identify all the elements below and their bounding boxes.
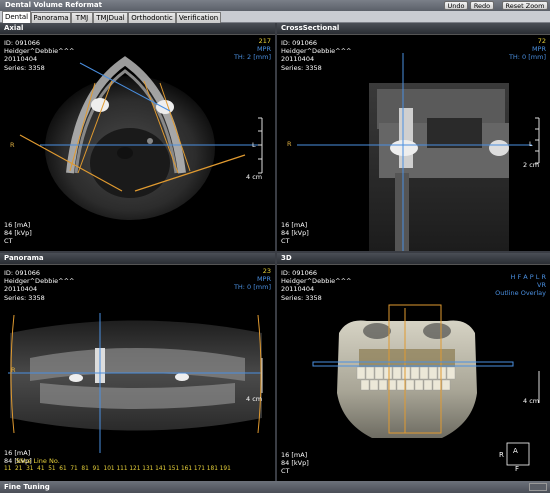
cross-acq-info: 16 [mA] 84 [kVp] CT bbox=[281, 221, 309, 246]
panorama-viewport[interactable]: Panorama ID: 091066 Heidger^Debbie^^^ 20… bbox=[0, 253, 275, 481]
study-date: 20110404 bbox=[4, 285, 38, 294]
3d-viewport[interactable]: 3D ID: 091066 Heidger^Debbie^^^ 20110404… bbox=[277, 253, 550, 481]
modality: CT bbox=[281, 467, 290, 476]
right-marker: R bbox=[10, 141, 15, 149]
slice-line-ruler[interactable]: 11 21 31 41 51 61 71 81 91 101 111 121 1… bbox=[4, 466, 231, 472]
patient-id: ID: 091066 bbox=[4, 39, 40, 47]
fine-tuning-bar[interactable]: Fine Tuning bbox=[0, 481, 550, 493]
tube-current: 16 [mA] bbox=[281, 451, 308, 459]
tube-voltage: 84 [kVp] bbox=[281, 459, 309, 468]
study-date: 20110404 bbox=[281, 55, 315, 64]
right-marker: R bbox=[11, 366, 16, 374]
tube-voltage: 84 [kVp] bbox=[4, 229, 32, 238]
orientation-cube-left: R bbox=[499, 451, 504, 459]
axial-acq-info: 16 [mA] 84 [kVp] CT bbox=[4, 221, 32, 246]
series-number: Series: 3358 bbox=[4, 293, 45, 302]
series-number: Series: 3358 bbox=[4, 63, 45, 72]
tab-verification[interactable]: Verification bbox=[176, 12, 221, 23]
crosssectional-viewport[interactable]: CrossSectional ID: 091066 Heidger^Debbie… bbox=[277, 23, 550, 251]
series-number: Series: 3358 bbox=[281, 293, 322, 302]
study-date: 20110404 bbox=[281, 285, 315, 294]
series-number: Series: 3358 bbox=[281, 63, 322, 72]
scale-label: 4 cm bbox=[246, 173, 263, 181]
orientation-cube-front: A bbox=[513, 447, 518, 455]
modality: CT bbox=[281, 237, 290, 246]
fine-tuning-expand-button[interactable] bbox=[529, 483, 547, 491]
threed-acq-info: 16 [mA] 84 [kVp] CT bbox=[281, 451, 309, 476]
tab-tmjdual[interactable]: TMJDual bbox=[93, 12, 128, 23]
tab-orthodontic[interactable]: Orthodontic bbox=[128, 12, 176, 23]
app-title: Dental Volume Reformat bbox=[5, 1, 102, 9]
scale-label: 4 cm bbox=[246, 395, 263, 403]
axial-slice-info: 217 MPR TH: 2 [mm] bbox=[234, 37, 271, 62]
tube-current: 16 [mA] bbox=[281, 221, 308, 229]
patient-name: Heidger^Debbie^^^ bbox=[281, 277, 352, 286]
slice-thickness: TH: 0 [mm] bbox=[508, 53, 546, 62]
fine-tuning-label: Fine Tuning bbox=[4, 483, 50, 491]
slice-number: 72 bbox=[537, 37, 546, 45]
axial-viewport[interactable]: Axial ID: 091066 Heidger^Debbie^^^ 20110… bbox=[0, 23, 275, 251]
tab-bar: Dental Panorama TMJ TMJDual Orthodontic … bbox=[0, 11, 550, 23]
render-mode: VR bbox=[537, 281, 546, 290]
modality: CT bbox=[4, 237, 13, 246]
cross-slice-info: 72 MPR TH: 0 [mm] bbox=[509, 37, 546, 62]
redo-button[interactable]: Redo bbox=[470, 1, 494, 10]
pano-patient-info: ID: 091066 Heidger^Debbie^^^ 20110404 Se… bbox=[4, 269, 74, 302]
patient-id: ID: 091066 bbox=[281, 269, 317, 277]
reset-zoom-button[interactable]: Reset Zoom bbox=[502, 1, 548, 10]
slice-line-label: Slice Line No. bbox=[16, 457, 60, 465]
slice-thickness: TH: 2 [mm] bbox=[233, 53, 271, 62]
patient-name: Heidger^Debbie^^^ bbox=[4, 47, 75, 56]
patient-id: ID: 091066 bbox=[281, 39, 317, 47]
pano-slice-info: 23 MPR TH: 0 [mm] bbox=[234, 267, 271, 292]
patient-name: Heidger^Debbie^^^ bbox=[281, 47, 352, 56]
threed-patient-info: ID: 091066 Heidger^Debbie^^^ 20110404 Se… bbox=[281, 269, 351, 302]
render-mode: MPR bbox=[531, 45, 546, 54]
overlay-mode[interactable]: Outline Overlay bbox=[495, 289, 546, 297]
render-mode: MPR bbox=[256, 275, 271, 284]
tube-voltage: 84 [kVp] bbox=[281, 229, 309, 238]
slice-thickness: TH: 0 [mm] bbox=[233, 283, 271, 292]
tube-current: 16 [mA] bbox=[4, 221, 31, 229]
tab-panorama[interactable]: Panorama bbox=[31, 12, 71, 23]
tab-tmj[interactable]: TMJ bbox=[71, 12, 93, 23]
title-bar: Dental Volume Reformat Undo Redo Reset Z… bbox=[0, 0, 550, 11]
cross-patient-info: ID: 091066 Heidger^Debbie^^^ 20110404 Se… bbox=[281, 39, 351, 72]
study-date: 20110404 bbox=[4, 55, 38, 64]
orientation-buttons[interactable]: H F A P L R bbox=[495, 273, 546, 281]
render-mode: MPR bbox=[256, 45, 271, 54]
left-marker: L bbox=[252, 141, 256, 149]
left-marker: L bbox=[529, 140, 533, 148]
slice-number: 23 bbox=[262, 267, 271, 275]
right-marker: R bbox=[287, 140, 292, 148]
tube-current: 16 [mA] bbox=[4, 449, 31, 457]
axial-patient-info: ID: 091066 Heidger^Debbie^^^ 20110404 Se… bbox=[4, 39, 74, 72]
tab-dental[interactable]: Dental bbox=[2, 11, 31, 23]
patient-id: ID: 091066 bbox=[4, 269, 40, 277]
threed-view-info: H F A P L R VR Outline Overlay bbox=[495, 273, 546, 298]
slice-number: 217 bbox=[258, 37, 271, 45]
scale-label: 2 cm bbox=[523, 161, 540, 169]
orientation-cube-bottom: F bbox=[515, 465, 520, 473]
scale-label: 4 cm bbox=[523, 397, 540, 405]
patient-name: Heidger^Debbie^^^ bbox=[4, 277, 75, 286]
undo-button[interactable]: Undo bbox=[444, 1, 468, 10]
